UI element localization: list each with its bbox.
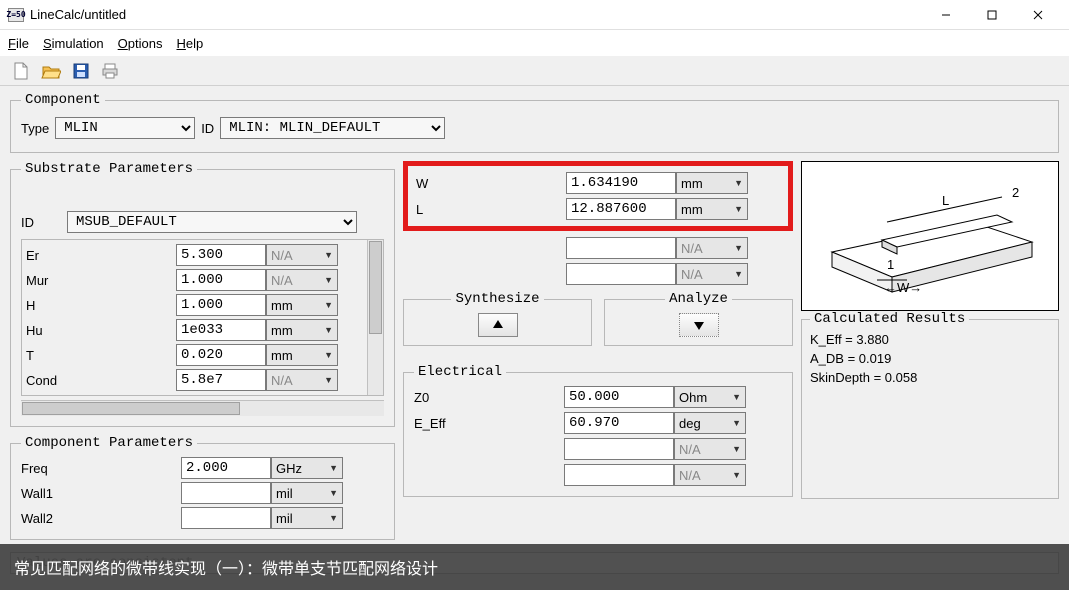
param-unit-h[interactable]: mm▼ [266, 294, 338, 316]
substrate-hscroll[interactable] [21, 400, 384, 416]
component-id-select[interactable]: MLIN: MLIN_DEFAULT [220, 117, 445, 139]
type-label: Type [21, 121, 49, 136]
results-panel: Calculated Results K_Eff = 3.880 A_DB = … [801, 319, 1059, 499]
elec-name: Z0 [414, 390, 564, 405]
menu-options[interactable]: Options [118, 36, 163, 51]
result-line: A_DB = 0.019 [810, 351, 1050, 366]
menu-file[interactable]: File [8, 36, 29, 51]
menu-bar: File Simulation Options Help [0, 30, 1069, 56]
phys-value-w[interactable] [566, 172, 676, 194]
elec-unit-eeff[interactable]: deg▼ [674, 412, 746, 434]
substrate-grid-frame: Er N/A▼ Mur N/A▼ H mm▼ Hu mm▼ T [21, 239, 384, 396]
param-name: Er [26, 248, 176, 263]
elec-value-z0[interactable] [564, 386, 674, 408]
svg-text:L: L [942, 193, 949, 208]
synthesize-fieldset: Synthesize [403, 291, 592, 346]
phys-name: W [416, 176, 566, 191]
menu-help[interactable]: Help [177, 36, 204, 51]
microstrip-diagram: L 2 1 ←W→ [801, 161, 1059, 311]
type-select[interactable]: MLIN [55, 117, 195, 139]
phys-unit-d2: N/A▼ [676, 263, 748, 285]
param-value-hu[interactable] [176, 319, 266, 341]
electrical-legend: Electrical [414, 364, 506, 380]
minimize-button[interactable] [923, 0, 969, 30]
cp-unit-wall2[interactable]: mil▼ [271, 507, 343, 529]
footer-caption: 常见匹配网络的微带线实现（一）：微带单支节匹配网络设计 [0, 544, 1069, 590]
param-value-cond[interactable] [176, 369, 266, 391]
substrate-id-select[interactable]: MSUB_DEFAULT [67, 211, 357, 233]
print-button[interactable] [98, 58, 124, 84]
elec-unit-z0[interactable]: Ohm▼ [674, 386, 746, 408]
phys-unit-l[interactable]: mm▼ [676, 198, 748, 220]
param-unit-hu[interactable]: mm▼ [266, 319, 338, 341]
param-name: Hu [26, 323, 176, 338]
cp-unit-freq[interactable]: GHz▼ [271, 457, 343, 479]
substrate-id-label: ID [21, 215, 61, 230]
app-icon: Z=50 [8, 8, 24, 22]
param-unit-cond[interactable]: N/A▼ [266, 369, 338, 391]
substrate-legend: Substrate Parameters [21, 161, 197, 177]
cp-name: Wall1 [21, 486, 181, 501]
electrical-fieldset: Electrical Z0 Ohm▼ E_Eff deg▼ N/A▼ N/A▼ [403, 364, 793, 497]
cp-unit-wall1[interactable]: mil▼ [271, 482, 343, 504]
phys-value-l[interactable] [566, 198, 676, 220]
svg-text:←W→: ←W→ [884, 280, 922, 295]
param-name: T [26, 348, 176, 363]
cp-value-freq[interactable] [181, 457, 271, 479]
param-name: Cond [26, 373, 176, 388]
param-unit-t[interactable]: mm▼ [266, 344, 338, 366]
param-value-mur[interactable] [176, 269, 266, 291]
elec-disabled-1 [564, 438, 674, 460]
svg-text:2: 2 [1012, 185, 1019, 200]
substrate-vscroll[interactable] [367, 240, 383, 395]
component-params-legend: Component Parameters [21, 435, 197, 451]
component-fieldset: Component Type MLIN ID MLIN: MLIN_DEFAUL… [10, 92, 1059, 153]
phys-unit-w[interactable]: mm▼ [676, 172, 748, 194]
results-legend: Calculated Results [810, 311, 969, 327]
cp-name: Freq [21, 461, 181, 476]
param-value-h[interactable] [176, 294, 266, 316]
phys-disabled-2 [566, 263, 676, 285]
result-line: SkinDepth = 0.058 [810, 370, 1050, 385]
phys-unit-d1: N/A▼ [676, 237, 748, 259]
open-file-button[interactable] [38, 58, 64, 84]
phys-disabled-1 [566, 237, 676, 259]
synthesize-legend: Synthesize [451, 291, 543, 307]
maximize-button[interactable] [969, 0, 1015, 30]
elec-unit-d2: N/A▼ [674, 464, 746, 486]
synthesize-button[interactable] [478, 313, 518, 337]
svg-text:1: 1 [887, 257, 894, 272]
menu-simulation[interactable]: Simulation [43, 36, 104, 51]
component-params-fieldset: Component Parameters Freq GHz▼ Wall1 mil… [10, 435, 395, 540]
elec-unit-d1: N/A▼ [674, 438, 746, 460]
substrate-fieldset: Substrate Parameters ID MSUB_DEFAULT Er … [10, 161, 395, 427]
toolbar [0, 56, 1069, 86]
elec-disabled-2 [564, 464, 674, 486]
cp-value-wall1[interactable] [181, 482, 271, 504]
elec-name: E_Eff [414, 416, 564, 431]
param-name: H [26, 298, 176, 313]
cp-name: Wall2 [21, 511, 181, 526]
param-unit-mur[interactable]: N/A▼ [266, 269, 338, 291]
phys-name: L [416, 202, 566, 217]
window-title: LineCalc/untitled [30, 7, 923, 22]
param-value-t[interactable] [176, 344, 266, 366]
id-label: ID [201, 121, 214, 136]
new-file-button[interactable] [8, 58, 34, 84]
result-line: K_Eff = 3.880 [810, 332, 1050, 347]
close-button[interactable] [1015, 0, 1061, 30]
analyze-button[interactable] [679, 313, 719, 337]
physical-highlight: W mm▼ L mm▼ [403, 161, 793, 231]
analyze-fieldset: Analyze [604, 291, 793, 346]
save-file-button[interactable] [68, 58, 94, 84]
param-unit-er[interactable]: N/A▼ [266, 244, 338, 266]
analyze-legend: Analyze [665, 291, 732, 307]
cp-value-wall2[interactable] [181, 507, 271, 529]
param-name: Mur [26, 273, 176, 288]
window-titlebar: Z=50 LineCalc/untitled [0, 0, 1069, 30]
component-legend: Component [21, 92, 105, 108]
elec-value-eeff[interactable] [564, 412, 674, 434]
param-value-er[interactable] [176, 244, 266, 266]
